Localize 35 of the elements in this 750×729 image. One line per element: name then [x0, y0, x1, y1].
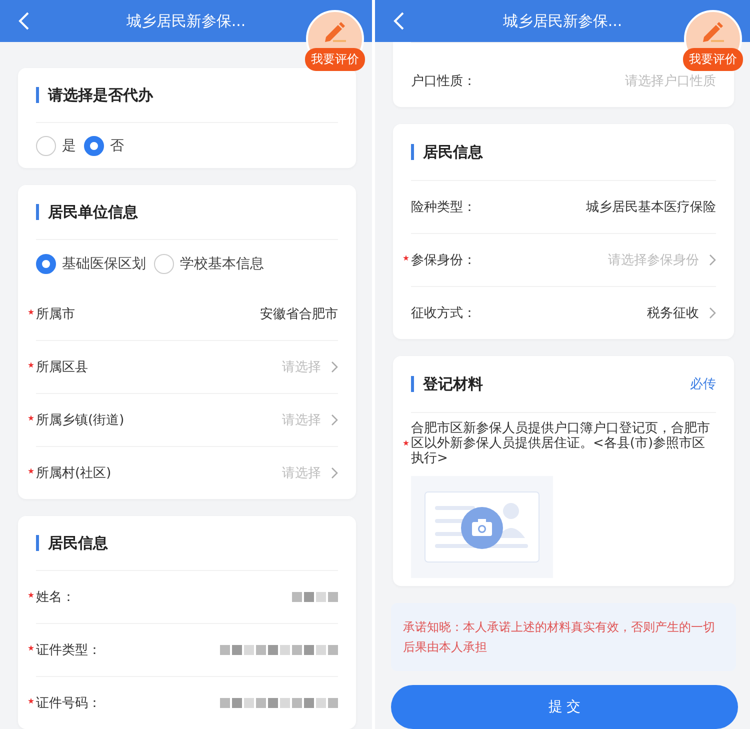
back-icon[interactable]: [393, 11, 405, 31]
page-title: 城乡居民新参保...: [126, 12, 246, 30]
select-field[interactable]: 请选择参保身份: [571, 252, 699, 268]
field-label: 所属市: [36, 305, 75, 323]
field-label: 所属区县: [36, 358, 88, 376]
section-title: 登记材料: [423, 374, 483, 394]
field-label: 证件号码：: [36, 694, 101, 712]
field-value: 税务征收: [647, 305, 699, 322]
field-label: 所属村(社区): [36, 464, 112, 482]
field-label: 姓名：: [36, 588, 75, 606]
section-title: 居民单位信息: [48, 202, 138, 222]
select-field[interactable]: 请选择: [249, 360, 321, 374]
radio-option[interactable]: 基础医保区划: [36, 254, 146, 274]
submit-button[interactable]: 提 交: [391, 685, 738, 729]
select-field[interactable]: 请选择户口性质: [588, 74, 716, 88]
select-field[interactable]: 请选择: [249, 466, 321, 480]
section-title: 居民信息: [48, 534, 108, 552]
instruction-text: 合肥市区新参保人员提供户口簿户口登记页，合肥市区以外新参保人员提供居住证。<各县(市)参照市区执行>: [411, 421, 710, 466]
upload-button[interactable]: [411, 476, 553, 578]
required-tag: 必传: [690, 375, 716, 393]
section-title: 居民信息: [423, 142, 483, 162]
field-value: 城乡居民基本医疗保险: [586, 199, 716, 216]
field-label: 征收方式：: [411, 305, 476, 322]
page-title: 城乡居民新参保...: [502, 12, 622, 30]
field-label: 证件类型：: [36, 641, 101, 659]
field-label: 所属乡镇(街道): [36, 411, 124, 429]
field-label: 参保身份：: [411, 251, 476, 269]
back-icon[interactable]: [18, 11, 30, 31]
field-label: 险种类型：: [411, 199, 476, 216]
field-value: 安徽省合肥市: [260, 306, 338, 323]
radio-option[interactable]: 学校基本信息: [154, 254, 264, 274]
section-title: 请选择是否代办: [48, 86, 153, 104]
field-label: 户口性质：: [411, 73, 476, 90]
notice-text: 承诺知晓：本人承诺上述的材料真实有效，否则产生的一切后果由本人承担: [403, 619, 716, 656]
select-field[interactable]: 请选择: [249, 412, 321, 428]
